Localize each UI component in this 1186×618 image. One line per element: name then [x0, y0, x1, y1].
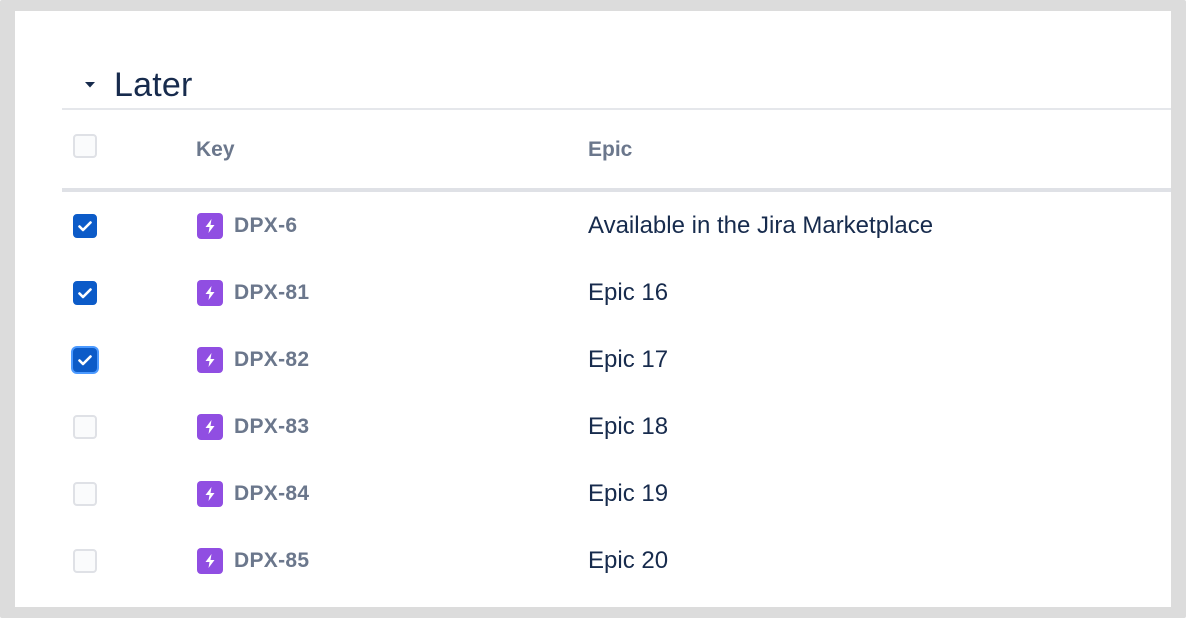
issue-key: DPX-6 — [234, 213, 298, 237]
checkmark-icon — [78, 220, 92, 231]
lightning-icon — [197, 413, 223, 440]
epic-name: Epic 18 — [588, 412, 669, 440]
checkmark-icon — [78, 354, 92, 365]
issue-key-link[interactable]: DPX-81 — [197, 259, 309, 326]
epic-name: Available in the Jira Marketplace — [588, 211, 934, 239]
row-checkbox[interactable] — [73, 549, 97, 573]
section-header-later[interactable]: Later — [75, 55, 193, 115]
epic-name: Epic 16 — [588, 278, 669, 306]
select-all-checkbox[interactable] — [73, 134, 97, 158]
issue-key-link[interactable]: DPX-6 — [197, 192, 297, 259]
issue-key-link[interactable]: DPX-82 — [197, 326, 309, 393]
lightning-icon — [197, 547, 223, 574]
issue-key: DPX-83 — [234, 414, 310, 438]
issue-key: DPX-82 — [234, 347, 310, 371]
row-checkbox[interactable] — [73, 415, 97, 439]
row-checkbox[interactable] — [73, 281, 97, 305]
issue-key: DPX-84 — [234, 481, 310, 505]
lightning-icon — [197, 346, 223, 373]
lightning-icon — [197, 279, 223, 306]
epic-list-panel: Later Key Epic DPX-6 Available in the Ji… — [15, 11, 1171, 607]
epic-name: Epic 17 — [588, 345, 669, 373]
table-row[interactable]: DPX-6 Available in the Jira Marketplace — [62, 192, 1171, 259]
section-title: Later — [114, 65, 193, 104]
table-row[interactable]: DPX-81 Epic 16 — [62, 259, 1171, 326]
lightning-icon — [197, 480, 223, 507]
checkmark-icon — [78, 287, 92, 298]
row-checkbox[interactable] — [73, 214, 97, 238]
issue-key: DPX-81 — [234, 280, 310, 304]
table-row[interactable]: DPX-82 Epic 17 — [62, 326, 1171, 393]
issue-key: DPX-85 — [234, 548, 310, 572]
column-header-epic[interactable]: Epic — [588, 111, 632, 189]
window-frame: Later Key Epic DPX-6 Available in the Ji… — [0, 0, 1186, 618]
row-checkbox[interactable] — [73, 482, 97, 506]
issue-key-link[interactable]: DPX-84 — [197, 460, 309, 527]
table-row[interactable]: DPX-84 Epic 19 — [62, 460, 1171, 527]
row-checkbox[interactable] — [73, 348, 97, 372]
issue-key-link[interactable]: DPX-83 — [197, 393, 309, 460]
table-row[interactable]: DPX-85 Epic 20 — [62, 527, 1171, 594]
section-divider — [62, 108, 1171, 110]
caret-down-icon[interactable] — [84, 79, 96, 91]
epic-name: Epic 20 — [588, 546, 669, 574]
epic-name: Epic 19 — [588, 479, 669, 507]
column-header-key[interactable]: Key — [196, 111, 235, 189]
table-row[interactable]: DPX-83 Epic 18 — [62, 393, 1171, 460]
issue-key-link[interactable]: DPX-85 — [197, 527, 309, 594]
lightning-icon — [197, 212, 223, 239]
